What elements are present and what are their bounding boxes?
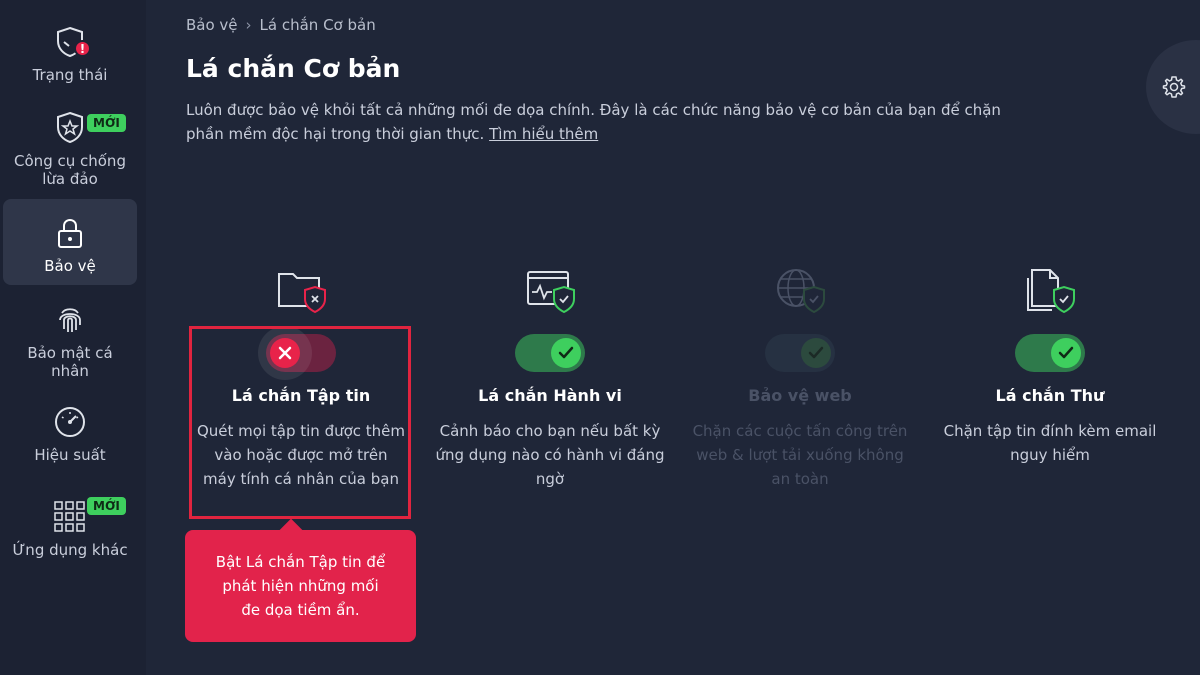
breadcrumb-separator: › (245, 16, 252, 34)
sidebar-item-privacy[interactable]: Bảo mật cá nhân (3, 300, 137, 380)
sidebar-item-more-apps[interactable]: MỚI Ứng dụng khác (3, 497, 137, 559)
page-description: Luôn được bảo vệ khỏi tất cả những mối đ… (186, 98, 1006, 146)
breadcrumb-current: Lá chắn Cơ bản (259, 16, 376, 34)
learn-more-link[interactable]: Tìm hiểu thêm (489, 125, 598, 143)
shield-description: Quét mọi tập tin được thêm vào hoặc được… (196, 422, 406, 488)
new-badge: MỚI (87, 497, 126, 515)
shield-card-web: Bảo vệ web Chặn các cuộc tấn công trên w… (680, 262, 920, 491)
sidebar-item-performance[interactable]: Hiệu suất (3, 402, 137, 464)
check-icon (1051, 338, 1081, 368)
tooltip-text: Bật Lá chắn Tập tin để phát hiện những m… (215, 553, 386, 619)
shield-card-file: Lá chắn Tập tin Quét mọi tập tin được th… (181, 262, 421, 491)
page-title: Lá chắn Cơ bản (186, 54, 401, 83)
fingerprint-icon (50, 300, 90, 340)
sidebar-item-status[interactable]: ! Trạng thái (3, 22, 137, 84)
settings-button[interactable] (1146, 40, 1200, 134)
shield-card-behavior: Lá chắn Hành vi Cảnh báo cho bạn nếu bất… (430, 262, 670, 491)
shield-description: Chặn các cuộc tấn công trên web & lượt t… (692, 422, 908, 488)
breadcrumb: Bảo vệ › Lá chắn Cơ bản (186, 16, 376, 34)
shield-title: Lá chắn Tập tin (231, 386, 371, 405)
window-pulse-icon (520, 262, 580, 318)
shield-alert-icon: ! (50, 22, 91, 62)
sidebar-item-label: Trạng thái (32, 66, 108, 84)
gear-icon (1162, 76, 1186, 98)
alert-badge: ! (74, 40, 91, 57)
shield-title: Lá chắn Thư (995, 386, 1105, 405)
sidebar: ! Trạng thái MỚI Công cụ chống lừa đảo B… (0, 0, 146, 675)
breadcrumb-parent-link[interactable]: Bảo vệ (186, 16, 238, 34)
check-icon (801, 338, 831, 368)
shield-description: Chặn tập tin đính kèm email nguy hiểm (943, 422, 1157, 464)
lock-icon (50, 213, 90, 253)
shield-title: Lá chắn Hành vi (478, 386, 622, 405)
mail-shield-toggle[interactable] (1015, 334, 1085, 372)
sidebar-item-label: Bảo vệ (44, 257, 96, 275)
tooltip: Bật Lá chắn Tập tin để phát hiện những m… (185, 530, 416, 642)
sidebar-item-protection[interactable]: Bảo vệ (3, 199, 137, 285)
file-shield-toggle[interactable] (266, 334, 336, 372)
shield-description: Cảnh báo cho bạn nếu bất kỳ ứng dụng nào… (435, 422, 665, 488)
web-shield-toggle[interactable] (765, 334, 835, 372)
behavior-shield-toggle[interactable] (515, 334, 585, 372)
shield-card-mail: Lá chắn Thư Chặn tập tin đính kèm email … (930, 262, 1170, 467)
sidebar-item-label: Công cụ chống lừa đảo (14, 152, 126, 188)
shield-title: Bảo vệ web (748, 386, 852, 405)
speedometer-icon (50, 402, 90, 442)
document-shield-icon (1020, 262, 1080, 318)
close-icon (270, 338, 300, 368)
sidebar-item-label: Ứng dụng khác (12, 541, 128, 559)
sidebar-item-anti-scam[interactable]: MỚI Công cụ chống lừa đảo (3, 108, 137, 188)
new-badge: MỚI (87, 114, 126, 132)
grid-icon (50, 497, 90, 537)
check-icon (551, 338, 581, 368)
sidebar-item-label: Bảo mật cá nhân (27, 344, 113, 380)
shield-star-icon (50, 108, 90, 148)
sidebar-item-label: Hiệu suất (34, 446, 106, 464)
folder-shield-icon (271, 262, 331, 318)
globe-shield-icon (770, 262, 830, 318)
